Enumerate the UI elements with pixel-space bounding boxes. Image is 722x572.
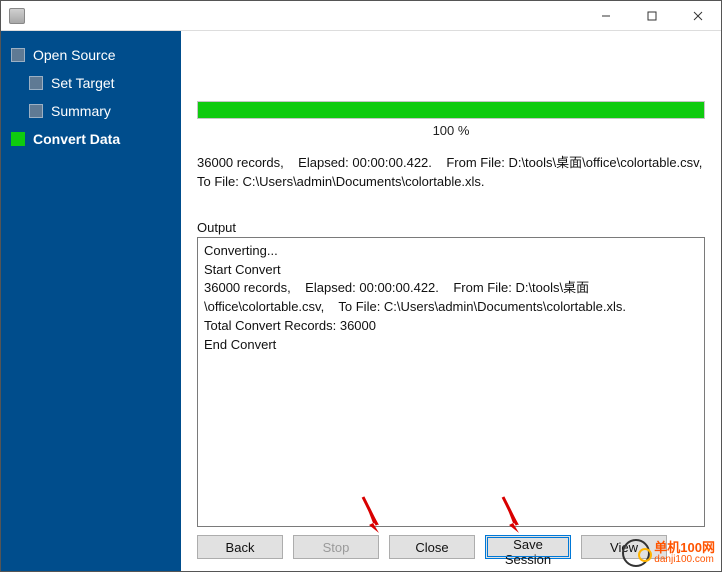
close-button[interactable]: Close [389, 535, 475, 559]
content-panel: 100 % 36000 records, Elapsed: 00:00:00.4… [181, 31, 721, 571]
wizard-button-row: Back Stop Close Save Session View [197, 535, 705, 561]
step-marker-icon [29, 104, 43, 118]
app-icon [9, 8, 25, 24]
step-marker-icon [29, 76, 43, 90]
sidebar-item-summary[interactable]: Summary [25, 97, 175, 125]
stop-button: Stop [293, 535, 379, 559]
window-titlebar [1, 1, 721, 31]
sidebar-item-open-source[interactable]: Open Source [7, 41, 175, 69]
sidebar-item-label: Convert Data [33, 131, 120, 147]
output-section-label: Output [197, 220, 705, 235]
conversion-summary-text: 36000 records, Elapsed: 00:00:00.422. Fr… [197, 154, 705, 192]
progress-bar [197, 101, 705, 119]
sidebar-item-label: Set Target [51, 75, 115, 91]
back-button[interactable]: Back [197, 535, 283, 559]
window-close-button[interactable] [675, 1, 721, 31]
progress-percent-label: 100 % [197, 123, 705, 138]
save-session-button[interactable]: Save Session [485, 535, 571, 559]
output-log-textarea[interactable]: Converting... Start Convert 36000 record… [197, 237, 705, 527]
window-minimize-button[interactable] [583, 1, 629, 31]
step-marker-icon [11, 48, 25, 62]
sidebar-item-convert-data[interactable]: Convert Data [7, 125, 175, 153]
sidebar-item-label: Summary [51, 103, 111, 119]
wizard-sidebar: Open Source Set Target Summary Convert D… [1, 31, 181, 571]
sidebar-item-set-target[interactable]: Set Target [25, 69, 175, 97]
window-maximize-button[interactable] [629, 1, 675, 31]
step-marker-icon [11, 132, 25, 146]
view-button[interactable]: View [581, 535, 667, 559]
sidebar-item-label: Open Source [33, 47, 116, 63]
